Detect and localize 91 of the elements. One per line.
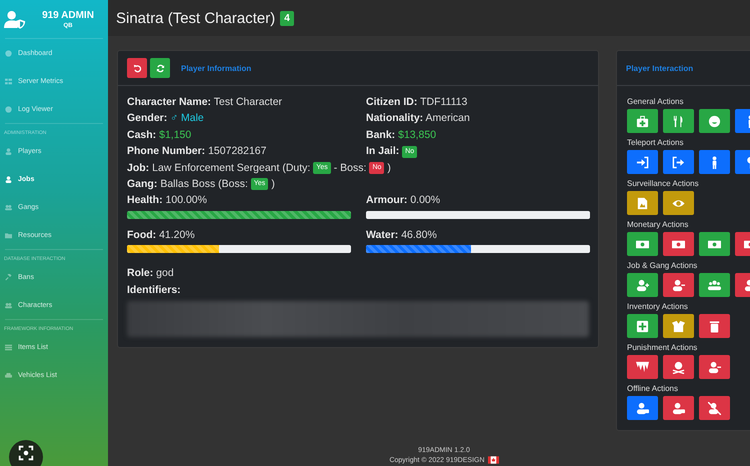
player-info-tab[interactable]: Player Information (181, 64, 252, 72)
user-tag-icon (672, 402, 685, 414)
stat-label: Armour: 0.00% (366, 193, 442, 208)
identifiers-label: Identifiers: (127, 282, 182, 298)
person-icon (5, 176, 12, 182)
info-field: Cash: $1,150 (127, 126, 351, 144)
count-badge: 4 (280, 10, 294, 26)
action-button[interactable] (663, 150, 694, 174)
utensils-icon (672, 114, 685, 128)
users-icon (708, 278, 721, 292)
group-title: Surveillance Actions (627, 179, 700, 188)
scan-icon (17, 444, 35, 462)
flag-icon (488, 456, 499, 464)
field-label: Gang: (127, 178, 158, 190)
user-plus-icon (636, 278, 649, 292)
scan-button[interactable] (9, 440, 43, 466)
action-button[interactable] (627, 314, 658, 338)
person-icon (5, 148, 12, 154)
action-button[interactable] (663, 232, 694, 256)
undo-button[interactable] (127, 58, 147, 78)
action-button[interactable] (663, 355, 694, 379)
action-button[interactable] (663, 396, 694, 420)
field-value: ) (387, 162, 391, 174)
action-button[interactable] (663, 109, 694, 133)
action-button[interactable] (627, 232, 658, 256)
refresh-icon (156, 64, 164, 72)
folder-icon (5, 232, 12, 238)
action-button[interactable] (663, 273, 694, 297)
action-button[interactable] (627, 396, 658, 420)
action-button[interactable] (699, 355, 730, 379)
sign-in-icon (636, 156, 649, 168)
action-button[interactable] (627, 191, 658, 215)
user-shield-icon (4, 10, 26, 28)
user-minus-icon (708, 360, 721, 374)
action-button[interactable] (699, 232, 730, 256)
info-field: Citizen ID: TDF11113 (366, 94, 590, 110)
group-title: General Actions (627, 97, 684, 106)
group-title: Job & Gang Actions (627, 261, 698, 270)
page-title: Sinatra (Test Character) (116, 10, 276, 26)
info-field: Character Name: Test Character (127, 94, 351, 110)
stat-label: Water: 46.80% (366, 228, 438, 243)
action-button[interactable] (699, 314, 730, 338)
info-field: Phone Number: 1507282167 (127, 143, 351, 160)
info-field: Bank: $13,850 (366, 126, 590, 144)
action-button[interactable] (699, 150, 730, 174)
brand-name: 919 ADMIN (42, 10, 94, 20)
role-field: Role: god (127, 265, 589, 282)
group-title: Teleport Actions (627, 138, 684, 147)
info-field: Nationality: American (366, 110, 590, 127)
user-tag-icon (636, 402, 649, 414)
sign-out-icon (672, 156, 685, 168)
panel-title: Player Interaction (626, 64, 694, 72)
field-value: Ballas Boss (Boss: (160, 178, 248, 190)
medkit-icon (636, 114, 649, 128)
list-icon (5, 344, 12, 350)
field-label: Job: (127, 162, 150, 174)
field-value: Law Enforcement Sergeant (Duty: (152, 162, 310, 174)
skull-icon (672, 360, 685, 374)
action-button[interactable] (627, 355, 658, 379)
people-icon (5, 204, 12, 210)
refresh-button[interactable] (150, 58, 170, 78)
user-slash-icon (708, 402, 721, 414)
smile-icon (708, 114, 721, 128)
circle-icon (5, 50, 12, 56)
group-title: Punishment Actions (627, 343, 698, 352)
group-title: Monetary Actions (627, 220, 690, 229)
action-button[interactable] (663, 191, 694, 215)
action-button[interactable] (627, 109, 658, 133)
document-icon (636, 196, 649, 210)
user-minus-icon (672, 278, 685, 292)
plus-square-icon (636, 320, 649, 332)
icicles-icon (636, 360, 649, 374)
stat-label: Health: 100.00% (127, 193, 208, 208)
field-value: - Boss: (334, 162, 366, 174)
action-button[interactable] (699, 396, 730, 420)
info-field: Gender: ♂ Male (127, 110, 351, 127)
undo-icon (132, 64, 142, 72)
action-button[interactable] (627, 150, 658, 174)
action-button[interactable] (699, 273, 730, 297)
people-icon (5, 302, 12, 308)
stat-label: Food: 41.20% (127, 228, 196, 243)
grid-icon (5, 78, 12, 84)
action-button[interactable] (663, 314, 694, 338)
action-button[interactable] (627, 273, 658, 297)
group-title: Offline Actions (627, 384, 679, 393)
action-button[interactable] (699, 109, 730, 133)
field-value: ) (271, 178, 275, 190)
group-title: Inventory Actions (627, 302, 689, 311)
circle-icon (5, 106, 12, 112)
trash-icon (708, 320, 721, 332)
gavel-icon (5, 274, 12, 280)
